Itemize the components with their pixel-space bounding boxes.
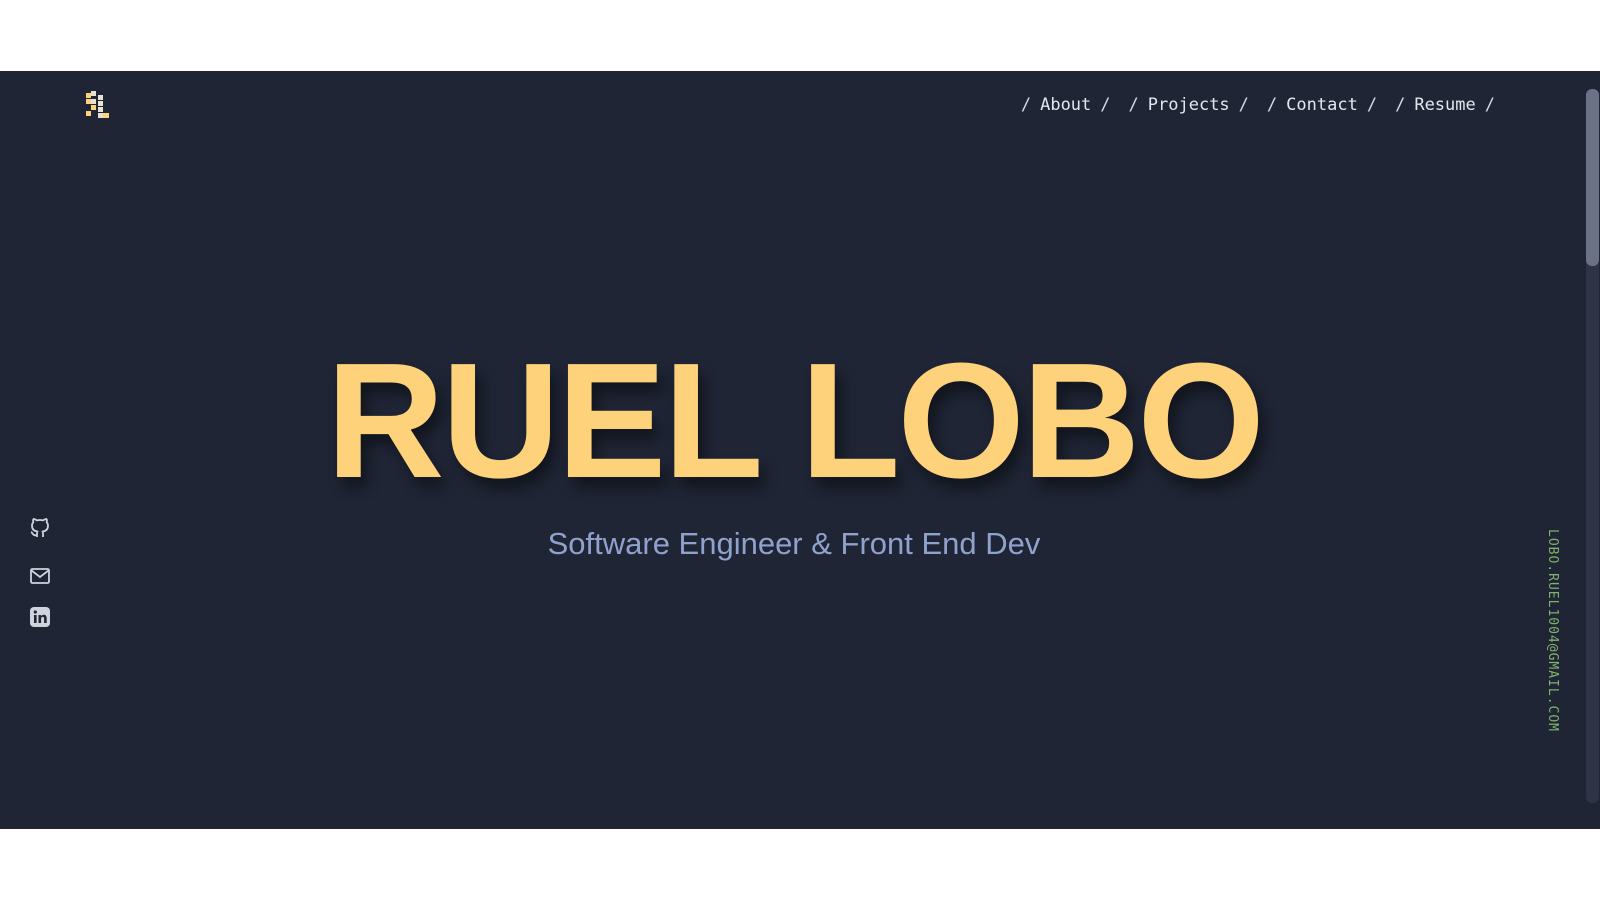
linkedin-icon[interactable] (28, 605, 52, 629)
nav-separator: / (1484, 95, 1495, 115)
main-nav: / About / / Projects / / Contact / / Res… (1012, 95, 1504, 115)
mail-icon[interactable] (28, 564, 52, 588)
nav-item-label[interactable]: Resume (1414, 95, 1475, 115)
nav-separator: / (1020, 95, 1032, 115)
sidebar-email[interactable]: LOBO.RUEL1004@GMAIL.COM (1545, 529, 1560, 732)
nav-item-about[interactable]: / About / (1012, 95, 1120, 115)
github-icon[interactable] (28, 516, 52, 540)
scrollbar-thumb[interactable] (1586, 89, 1599, 266)
page-viewport: / About / / Projects / / Contact / / Res… (0, 71, 1600, 829)
nav-separator: / (1238, 95, 1249, 115)
nav-separator: / (1366, 95, 1378, 115)
nav-separator: / (1266, 95, 1278, 115)
scrollbar[interactable] (1586, 89, 1599, 803)
hero-subtitle: Software Engineer & Front End Dev (547, 526, 1041, 561)
site-logo[interactable] (86, 91, 110, 121)
nav-separator: / (1395, 95, 1406, 115)
nav-item-contact[interactable]: / Contact / (1258, 95, 1386, 115)
nav-item-label[interactable]: About (1040, 95, 1091, 115)
nav-item-label[interactable]: Projects (1148, 95, 1230, 115)
hero-name: RUEL LOBO (326, 329, 1265, 512)
nav-item-label[interactable]: Contact (1286, 95, 1358, 115)
nav-separator: / (1100, 95, 1111, 115)
nav-item-resume[interactable]: / Resume / (1386, 95, 1504, 115)
nav-separator: / (1128, 95, 1139, 115)
nav-item-projects[interactable]: / Projects / (1120, 95, 1258, 115)
